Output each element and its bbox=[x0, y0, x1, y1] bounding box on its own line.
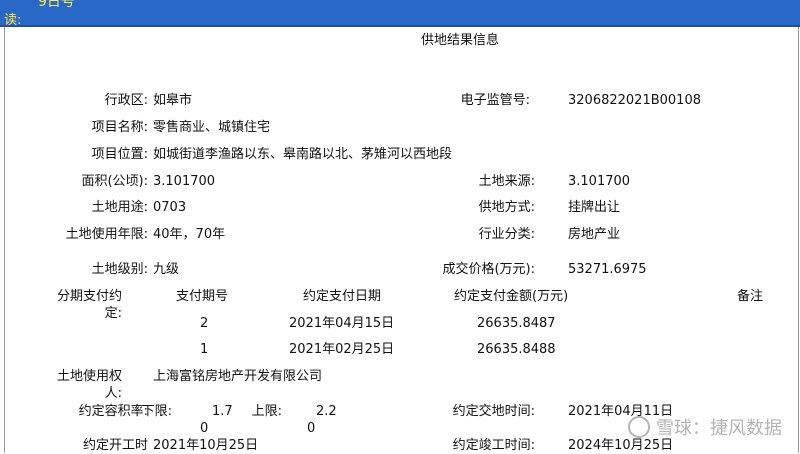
snowball-logo-icon bbox=[628, 416, 650, 438]
far-upper-label: 上限: bbox=[251, 404, 282, 419]
district-label: 行政区: bbox=[104, 93, 148, 108]
industry-label: 行业分类: bbox=[478, 227, 535, 242]
user-right-label: 土地使用权人: bbox=[56, 369, 122, 401]
far-lower-value-2: 0 bbox=[200, 421, 209, 436]
top-banner: 9日号 读: bbox=[0, 0, 800, 28]
installment-row-amount: 26635.8488 bbox=[477, 342, 556, 357]
header-seq-text: 9日号 bbox=[38, 0, 75, 10]
installments-header-amount: 约定支付金额(万元) bbox=[454, 289, 569, 304]
far-label: 约定容积率: bbox=[78, 404, 148, 419]
project-name-label: 项目名称: bbox=[91, 120, 148, 135]
project-name-value: 零售商业、城镇住宅 bbox=[153, 120, 271, 135]
watermark-text: 雪球：捷风数据 bbox=[656, 418, 782, 439]
land-grade-label: 土地级别: bbox=[91, 262, 148, 277]
area-value: 3.101700 bbox=[153, 174, 216, 189]
area-label: 面积(公顷): bbox=[81, 174, 148, 189]
industry-value: 房地产业 bbox=[568, 227, 621, 242]
land-source-value: 3.101700 bbox=[568, 174, 631, 189]
start-time-value: 2021年10月25日 bbox=[153, 438, 259, 453]
far-lower-value: 1.7 bbox=[212, 404, 233, 419]
land-source-label: 土地来源: bbox=[478, 174, 535, 189]
frame-right-border bbox=[798, 27, 799, 453]
land-use-value: 0703 bbox=[153, 200, 187, 215]
far-upper-value: 2.2 bbox=[316, 404, 337, 419]
page-title: 供地结果信息 bbox=[420, 33, 499, 48]
finish-time-label: 约定竣工时间: bbox=[452, 438, 535, 453]
handover-time-label: 约定交地时间: bbox=[452, 404, 535, 419]
user-right-value: 上海富铭房地产开发有限公司 bbox=[153, 369, 323, 384]
installments-label: 分期支付约定: bbox=[56, 289, 122, 321]
deal-price-value: 53271.6975 bbox=[568, 262, 647, 277]
project-location-value: 如城街道李渔路以东、皋南路以北、茅雉河以西地段 bbox=[153, 147, 453, 162]
use-term-label: 土地使用年限: bbox=[65, 227, 148, 242]
installments-header-period: 支付期号 bbox=[176, 289, 229, 304]
installment-row-period: 1 bbox=[200, 342, 209, 357]
start-time-label: 约定开工时 bbox=[82, 438, 148, 453]
installment-row-date: 2021年02月25日 bbox=[289, 342, 395, 357]
land-grade-value: 九级 bbox=[153, 262, 180, 277]
installment-row-period: 2 bbox=[200, 316, 209, 331]
read-label: 读: bbox=[4, 13, 22, 28]
installments-header-note: 备注 bbox=[737, 289, 764, 304]
installments-header-date: 约定支付日期 bbox=[303, 289, 382, 304]
district-value: 如皋市 bbox=[153, 93, 193, 108]
supervision-no-label: 电子监管号: bbox=[460, 93, 530, 108]
supply-method-value: 挂牌出让 bbox=[568, 200, 621, 215]
land-use-label: 土地用途: bbox=[91, 200, 148, 215]
far-upper-value-2: 0 bbox=[307, 421, 316, 436]
installment-row-date: 2021年04月15日 bbox=[289, 316, 395, 331]
deal-price-label: 成交价格(万元): bbox=[442, 262, 535, 277]
supply-method-label: 供地方式: bbox=[478, 200, 535, 215]
far-lower-label: 下限: bbox=[141, 404, 172, 419]
supervision-no-value: 3206822021B00108 bbox=[568, 93, 701, 108]
watermark: 雪球：捷风数据 bbox=[628, 414, 782, 440]
installment-row-amount: 26635.8487 bbox=[477, 316, 556, 331]
project-location-label: 项目位置: bbox=[91, 147, 148, 162]
use-term-value: 40年，70年 bbox=[153, 227, 226, 242]
frame-left-border bbox=[4, 27, 5, 453]
